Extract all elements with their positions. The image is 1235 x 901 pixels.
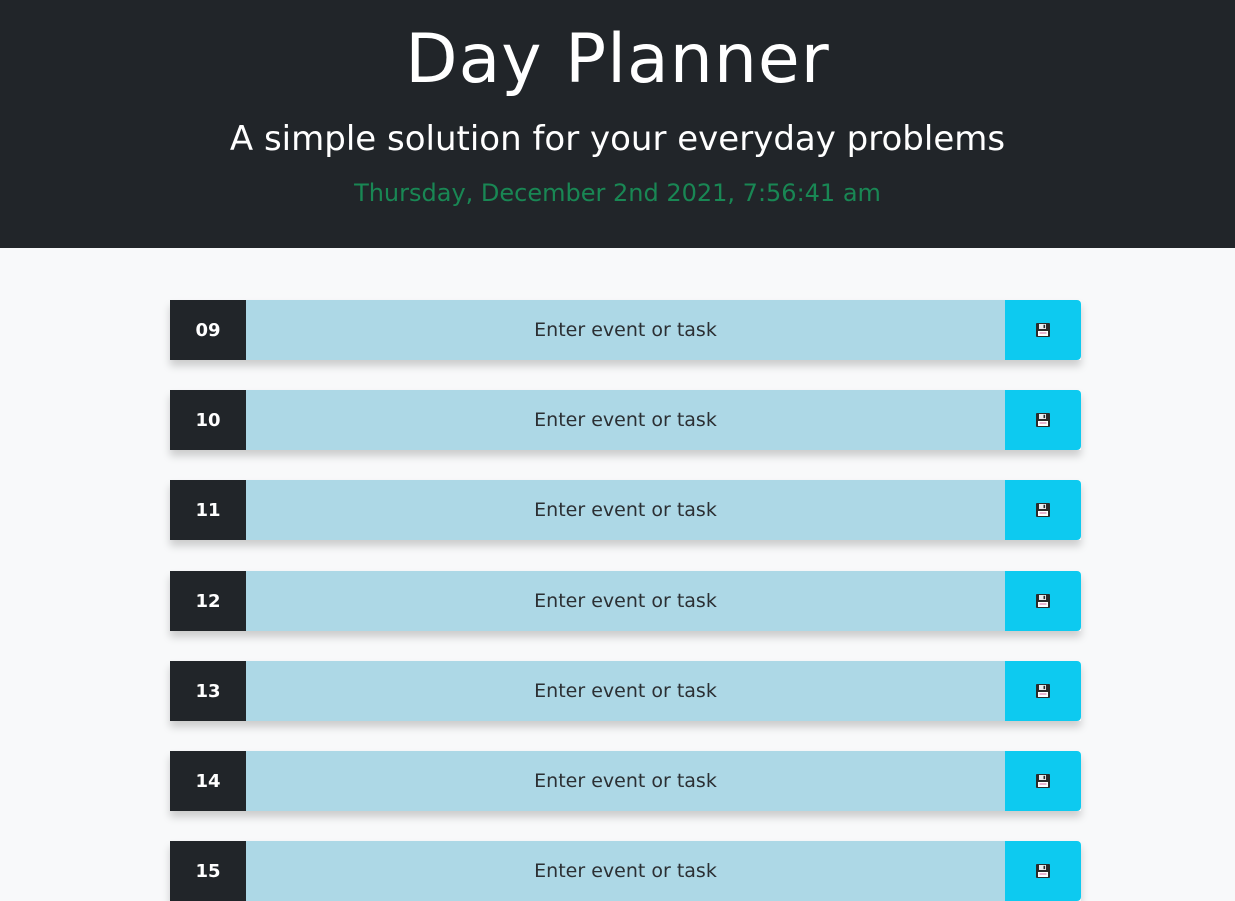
current-datetime: Thursday, December 2nd 2021, 7:56:41 am [354,179,881,207]
floppy-disk-icon [1036,774,1050,788]
hour-label: 11 [170,480,246,540]
hour-label: 14 [170,751,246,811]
floppy-disk-icon [1036,413,1050,427]
save-button[interactable] [1005,571,1081,631]
task-input[interactable] [246,661,1005,721]
hour-label: 10 [170,390,246,450]
time-block-row: 13 [170,661,1081,721]
task-input[interactable] [246,480,1005,540]
save-button[interactable] [1005,661,1081,721]
save-button[interactable] [1005,841,1081,901]
time-block-row: 12 [170,571,1081,631]
save-button[interactable] [1005,390,1081,450]
save-button[interactable] [1005,300,1081,360]
floppy-disk-icon [1036,503,1050,517]
hour-label: 12 [170,571,246,631]
time-block-row: 14 [170,751,1081,811]
page-header: Day Planner A simple solution for your e… [0,0,1235,248]
save-button[interactable] [1005,751,1081,811]
task-input[interactable] [246,751,1005,811]
time-block-row: 09 [170,300,1081,360]
floppy-disk-icon [1036,684,1050,698]
floppy-disk-icon [1036,864,1050,878]
planner-container: 09 10 11 [0,248,1235,901]
save-button[interactable] [1005,480,1081,540]
page-subtitle: A simple solution for your everyday prob… [229,119,1006,159]
floppy-disk-icon [1036,323,1050,337]
time-block-row: 15 [170,841,1081,901]
task-input[interactable] [246,300,1005,360]
hour-label: 09 [170,300,246,360]
task-input[interactable] [246,841,1005,901]
task-input[interactable] [246,390,1005,450]
task-input[interactable] [246,571,1005,631]
time-block-row: 11 [170,480,1081,540]
floppy-disk-icon [1036,594,1050,608]
time-block-row: 10 [170,390,1081,450]
hour-label: 15 [170,841,246,901]
hour-label: 13 [170,661,246,721]
page-title: Day Planner [405,20,830,99]
